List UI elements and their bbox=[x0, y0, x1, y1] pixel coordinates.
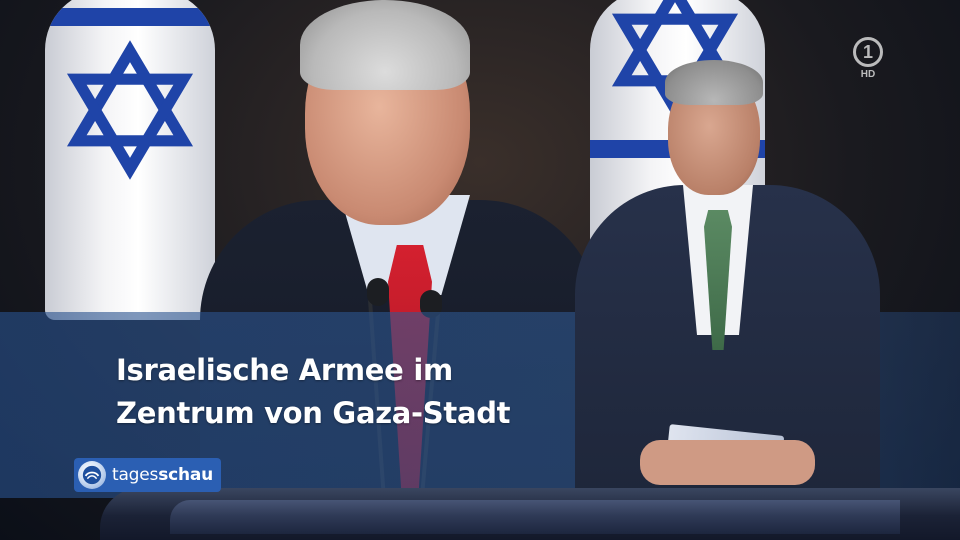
ard-one-icon: 1 bbox=[853, 37, 883, 67]
hd-label: HD bbox=[860, 69, 876, 80]
headline-line-1: Israelische Armee im bbox=[116, 353, 453, 387]
tagesschau-logo: tagesschau bbox=[74, 458, 222, 492]
headline: Israelische Armee im Zentrum von Gaza-St… bbox=[116, 349, 576, 435]
microphone-left bbox=[367, 278, 389, 306]
tagesschau-globe-icon bbox=[78, 461, 106, 489]
israeli-flag-left bbox=[45, 0, 215, 320]
video-frame: Israelische Armee im Zentrum von Gaza-St… bbox=[0, 0, 960, 540]
star-of-david-icon bbox=[66, 40, 194, 180]
ard-channel-logo: 1 HD bbox=[850, 37, 886, 80]
tagesschau-wordmark: tagesschau bbox=[112, 465, 213, 485]
news-desk-surface bbox=[170, 500, 900, 534]
speaker-hair bbox=[300, 0, 470, 90]
headline-line-2: Zentrum von Gaza-Stadt bbox=[116, 396, 511, 430]
anchor-hair bbox=[665, 60, 763, 105]
anchor-hands bbox=[640, 440, 815, 485]
wordmark-tages: tages bbox=[112, 465, 159, 485]
wordmark-schau: schau bbox=[158, 465, 214, 485]
